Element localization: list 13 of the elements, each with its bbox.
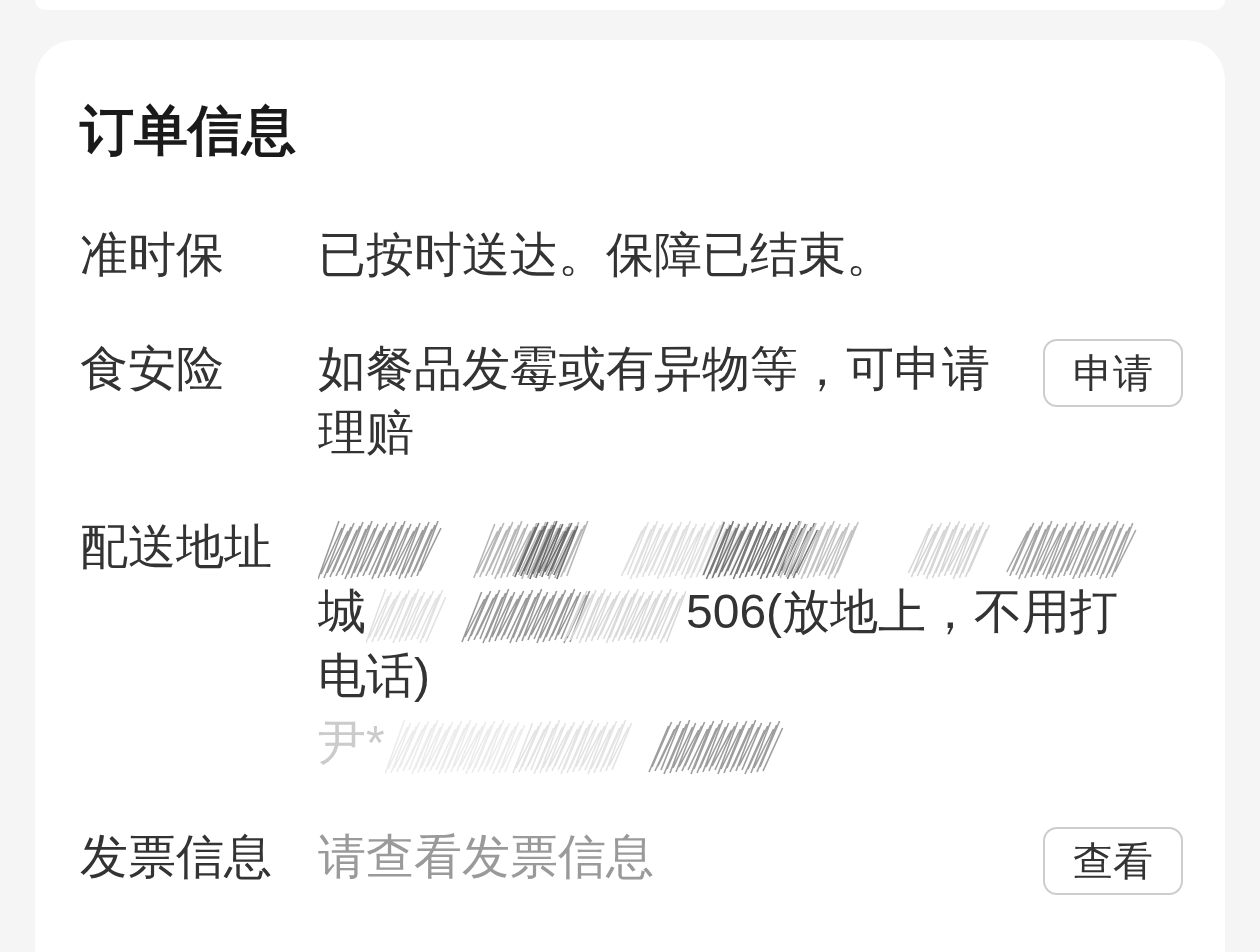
address-text: 电话) [318,649,430,703]
row-value: 请查看发票信息 [318,829,655,886]
row-label: 食安险 [80,342,224,395]
address-text: 城 [318,585,366,639]
address-text: 506(放地上，不用打 [686,585,1119,639]
row-action-button[interactable]: 申请 [1043,339,1183,407]
section-title: 订单信息 [80,99,296,162]
row-action-button[interactable]: 查看 [1043,827,1183,896]
row-value: 已按时送达。保障已结束。 [318,227,895,283]
row-label: 发票信息 [80,830,272,884]
row-value: 如餐品发霉或有异物等，可申请理赔 [318,341,991,461]
row-label: 配送地址 [80,520,272,573]
row-label: 准时保 [80,228,224,281]
